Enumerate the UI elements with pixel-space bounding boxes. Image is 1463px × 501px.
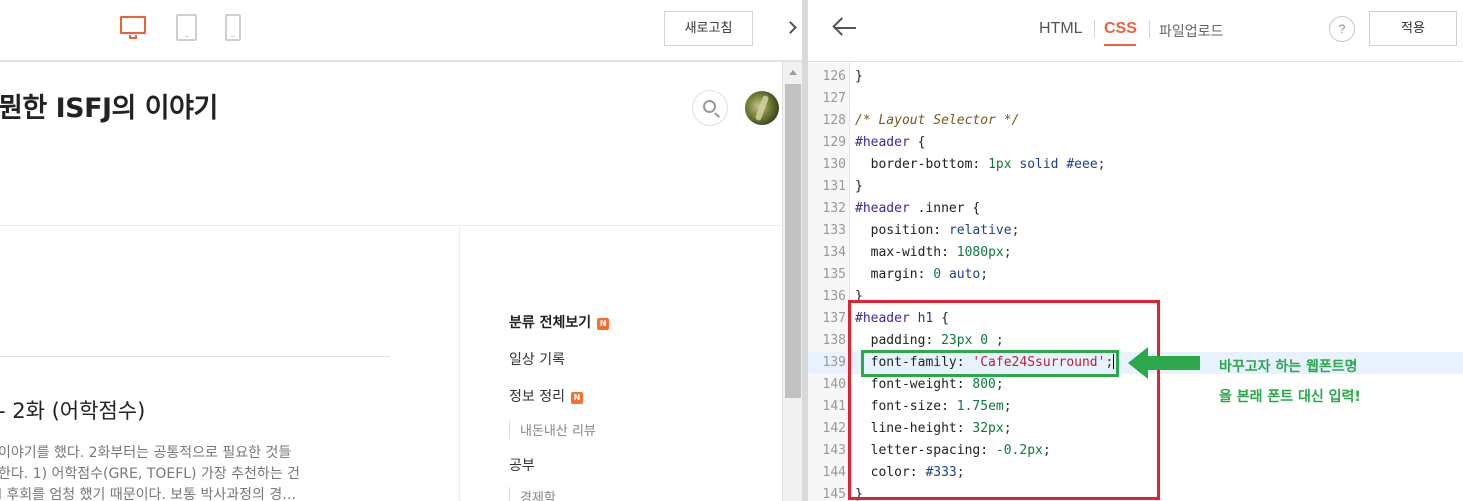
post-divider <box>0 356 390 357</box>
tab-css[interactable]: CSS <box>1104 20 1137 38</box>
mobile-view-icon[interactable] <box>225 14 241 41</box>
code-line[interactable]: 133 position: relative; <box>808 220 1463 242</box>
post-excerpt-line: l 후회를 엄청 했기 때문이다. 보통 박사과정의 경… <box>0 487 297 501</box>
search-icon <box>703 100 716 113</box>
post-excerpt-line: 이야기를 했다. 2화부터는 공통적으로 필요한 것들 <box>0 445 292 461</box>
help-button[interactable]: ? <box>1329 16 1355 42</box>
blog-title[interactable]: 뭔한 ISFJ의 이야기 <box>0 86 218 125</box>
code-line[interactable]: 131} <box>808 176 1463 198</box>
tab-separator <box>1094 20 1095 38</box>
active-tab-indicator <box>1104 44 1136 46</box>
annotation-note-line: 바꾸고자 하는 웹폰트명 <box>1219 359 1358 375</box>
collapse-toggle[interactable] <box>782 0 802 62</box>
code-line[interactable]: 126} <box>808 66 1463 88</box>
code-line[interactable]: 132 #header .inner { <box>808 198 1463 220</box>
code-line[interactable]: 130 border-bottom: 1px solid #eee; <box>808 154 1463 176</box>
category-all[interactable]: 분류 전체보기 N <box>509 312 610 332</box>
editor-toolbar: HTML CSS 파일업로드 ? 적용 <box>808 0 1463 62</box>
tab-upload[interactable]: 파일업로드 <box>1159 21 1223 41</box>
preview-toolbar: 새로고침 <box>0 0 782 62</box>
tab-html[interactable]: HTML <box>1039 20 1083 38</box>
code-line[interactable]: 128/* Layout Selector */ <box>808 110 1463 132</box>
code-line[interactable]: 134 max-width: 1080px; <box>808 242 1463 264</box>
chevron-right-icon <box>784 21 797 34</box>
annotation-note-line: 을 본래 폰트 대신 입력! <box>1219 389 1361 405</box>
search-button[interactable] <box>692 90 728 126</box>
sidebar-divider <box>459 226 460 501</box>
code-line[interactable]: 135 margin: 0 auto; <box>808 264 1463 286</box>
category-info[interactable]: 정보 정리 N <box>509 386 583 406</box>
preview-scrollbar[interactable] <box>782 62 802 501</box>
tab-separator <box>1149 20 1150 38</box>
back-arrow-icon[interactable] <box>832 16 860 40</box>
annotation-arrow-icon <box>1128 347 1200 379</box>
scrollbar-thumb[interactable] <box>785 84 801 398</box>
code-line[interactable]: 129 #header { <box>808 132 1463 154</box>
desktop-view-icon[interactable] <box>119 14 147 40</box>
refresh-button[interactable]: 새로고침 <box>664 11 753 46</box>
post-excerpt-line: 한다. 1) 어학점수(GRE, TOEFL) 가장 추천하는 건 <box>0 466 301 482</box>
scroll-up-icon[interactable] <box>789 70 797 75</box>
new-badge: N <box>570 392 583 404</box>
preview-pane: 새로고침 뭔한 ISFJ의 이야기 - 2화 (어학점수) 이야기를 했다. 2… <box>0 0 782 501</box>
apply-button[interactable]: 적용 <box>1369 11 1457 46</box>
avatar[interactable] <box>745 91 779 125</box>
tablet-view-icon[interactable] <box>176 14 197 41</box>
new-badge: N <box>597 318 610 330</box>
header-divider <box>0 225 782 226</box>
post-title[interactable]: - 2화 (어학점수) <box>0 395 145 425</box>
category-review[interactable]: 내돈내산 리뷰 <box>509 420 596 439</box>
category-econ[interactable]: 경제학 <box>509 487 556 501</box>
category-study[interactable]: 공부 <box>509 455 535 475</box>
annotation-green-box <box>861 350 1119 377</box>
code-line[interactable]: 127 <box>808 88 1463 110</box>
annotation-red-box <box>848 300 1160 500</box>
category-daily[interactable]: 일상 기록 <box>509 349 565 369</box>
